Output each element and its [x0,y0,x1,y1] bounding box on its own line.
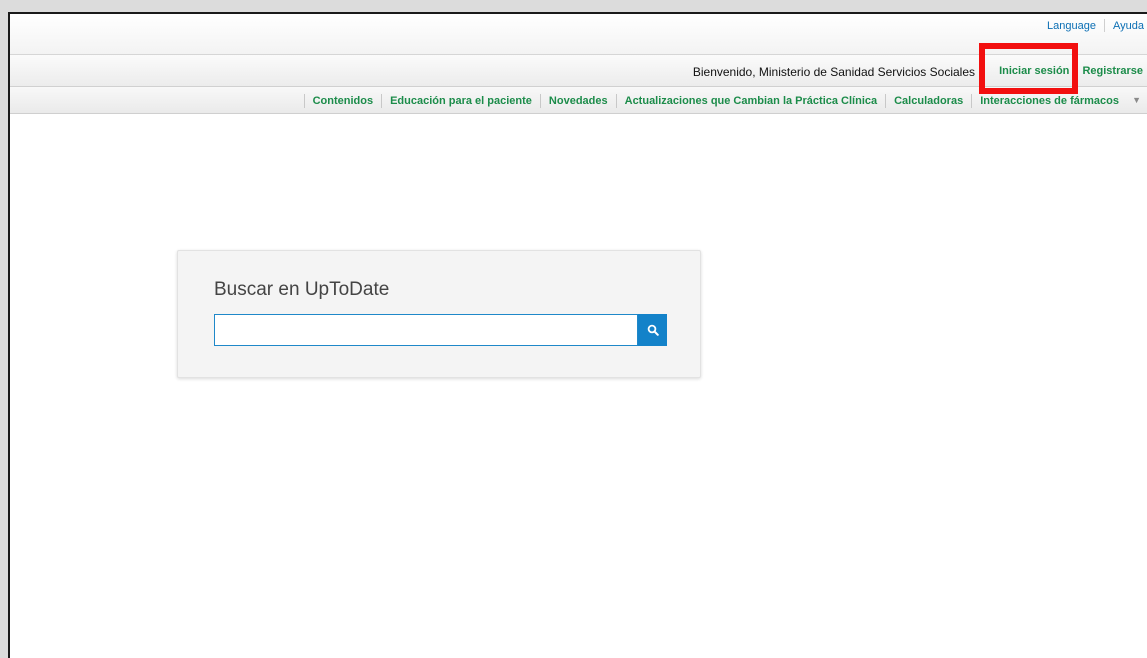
nav-divider [615,94,617,108]
auth-links: Iniciar sesión / Registrarse [999,65,1143,77]
search-title: Buscar en UpToDate [214,279,390,300]
nav-item-drug-interactions[interactable]: Interacciones de fármacos [980,95,1119,107]
nav-items: Contenidos Educación para el paciente No… [296,94,1119,108]
nav-divider [539,94,541,108]
language-link[interactable]: Language [1047,20,1096,32]
welcome-message: Bienvenido, Ministerio de Sanidad Servic… [692,65,975,79]
nav-item-whats-new[interactable]: Novedades [549,95,608,107]
search-card: Buscar en UpToDate [177,250,701,378]
nav-item-contents[interactable]: Contenidos [313,95,374,107]
nav-item-practice-changing-updates[interactable]: Actualizaciones que Cambian la Práctica … [625,95,877,107]
nav-item-patient-education[interactable]: Educación para el paciente [390,95,532,107]
nav-item-calculators[interactable]: Calculadoras [894,95,963,107]
nav-divider [303,94,305,108]
utility-bar: Language Ayuda [10,14,1147,55]
search-icon [647,324,659,336]
nav-divider [381,94,383,108]
auth-separator: / [1074,65,1078,77]
nav-divider [971,94,973,108]
welcome-bar: Bienvenido, Ministerio de Sanidad Servic… [10,55,1147,87]
utility-divider [1104,19,1105,32]
login-link[interactable]: Iniciar sesión [999,65,1069,77]
browser-page: Language Ayuda Bienvenido, Ministerio de… [8,12,1147,658]
register-link[interactable]: Registrarse [1082,65,1143,77]
search-input[interactable] [214,314,638,346]
search-button[interactable] [638,314,667,346]
nav-divider [885,94,887,108]
utility-links: Language Ayuda [1047,19,1144,32]
help-link[interactable]: Ayuda [1113,20,1144,32]
main-nav: Contenidos Educación para el paciente No… [10,87,1147,114]
welcome-divider [981,62,982,79]
chevron-down-icon[interactable]: ▼ [1132,95,1141,105]
